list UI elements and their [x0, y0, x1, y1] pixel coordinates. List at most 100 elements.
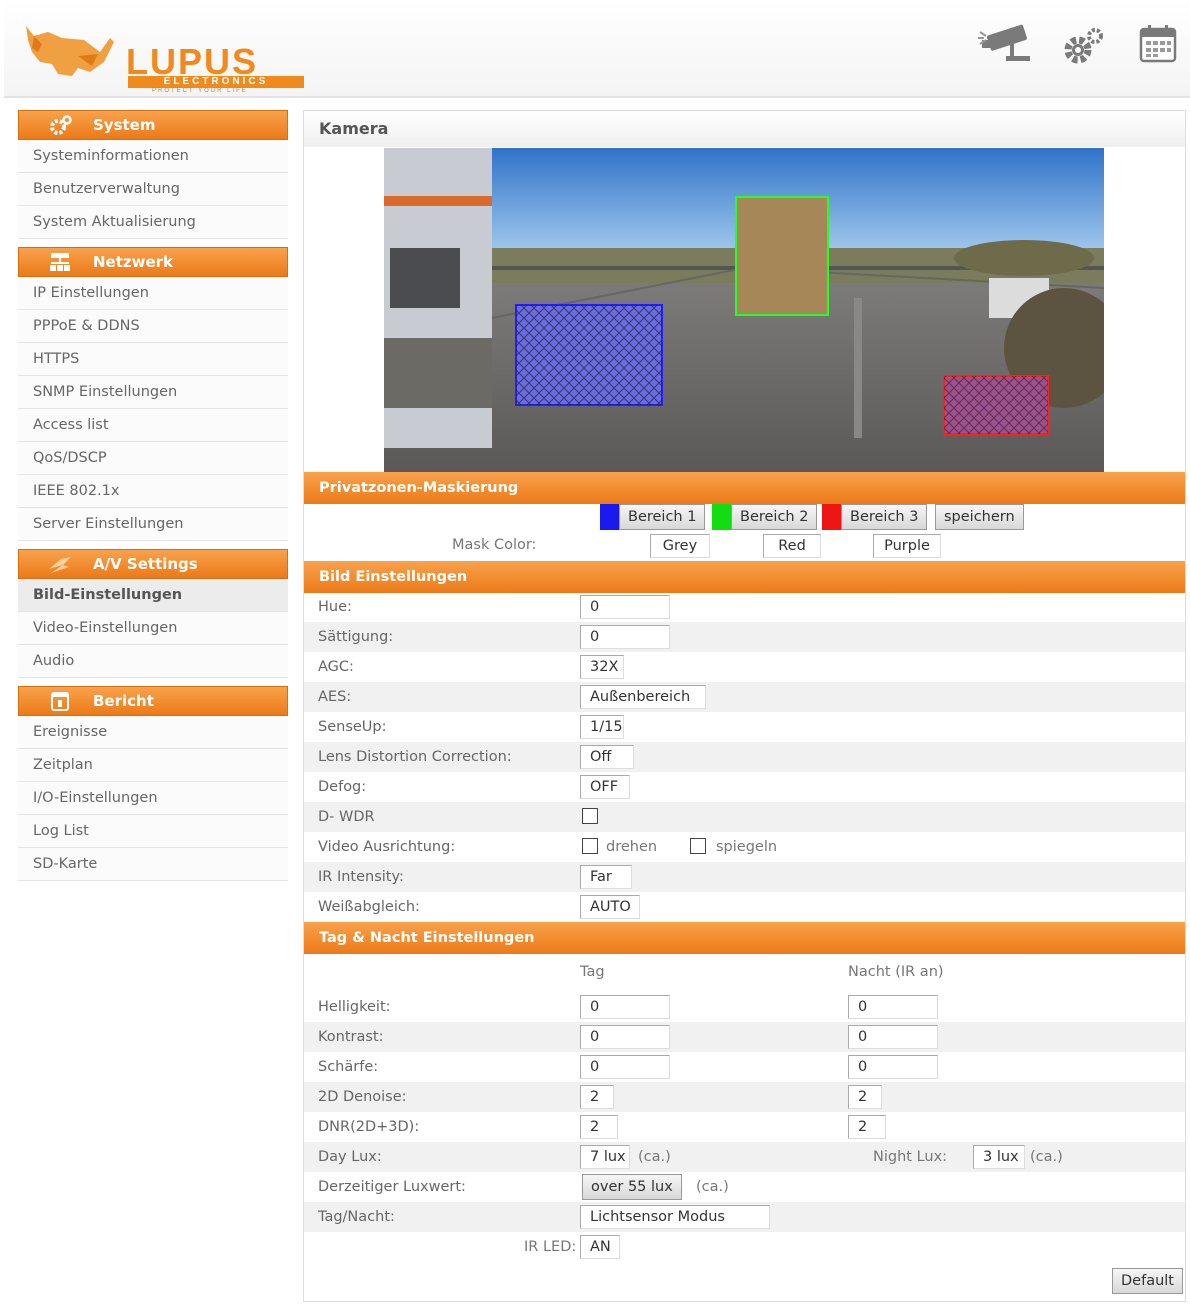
row-current-lux: Derzeitiger Luxwert: over 55 lux (ca.) [304, 1172, 1185, 1202]
ldc-select[interactable]: Off [580, 745, 634, 769]
white-balance-select[interactable]: AUTO [580, 895, 640, 919]
sidebar-section-label: Netzwerk [93, 253, 174, 271]
sidebar-item-io-einstellungen[interactable]: I/O-Einstellungen [18, 782, 288, 815]
area-2-swatch [712, 504, 731, 530]
sidebar-item-https[interactable]: HTTPS [18, 343, 288, 376]
bereich-1-button[interactable]: Bereich 1 [619, 504, 706, 530]
row-column-headers: Tag Nacht (IR an) [304, 957, 1185, 987]
area-1-swatch [600, 504, 619, 530]
day-lux-select[interactable]: 7 lux [580, 1145, 630, 1169]
gear-icon[interactable] [1058, 24, 1108, 70]
brand-sub: ELECTRONICS [128, 76, 304, 88]
row-sharpness: Schärfe: 0 0 [304, 1052, 1185, 1082]
row-ir-intensity: IR Intensity: Far [304, 862, 1185, 892]
sidebar-item-qos-dscp[interactable]: QoS/DSCP [18, 442, 288, 475]
main-panel: Kamera Privatzonen-Maskierung Bereich 1 … [303, 110, 1186, 1302]
sidebar-section-label: A/V Settings [93, 555, 198, 573]
sidebar-item-server-einstellungen[interactable]: Server Einstellungen [18, 508, 288, 541]
brightness-day-input[interactable]: 0 [580, 995, 670, 1019]
mask-color-1[interactable]: Grey [650, 534, 710, 558]
row-ldc: Lens Distortion Correction: Off [304, 742, 1185, 772]
dwdr-checkbox[interactable] [582, 808, 598, 824]
hue-input[interactable]: 0 [580, 595, 670, 619]
brightness-label: Helligkeit: [318, 999, 391, 1015]
sidebar-item-pppoe-ddns[interactable]: PPPoE & DDNS [18, 310, 288, 343]
night-lux-ca: (ca.) [1030, 1149, 1063, 1165]
brand-name: LUPUS [126, 41, 259, 82]
ir-led-label: IR LED: [524, 1239, 577, 1255]
sharpness-day-input[interactable]: 0 [580, 1055, 670, 1079]
bereich-2-button[interactable]: Bereich 2 [731, 504, 818, 530]
mask-color-2[interactable]: Red [763, 534, 821, 558]
denoise-label: 2D Denoise: [318, 1089, 407, 1105]
defog-select[interactable]: OFF [580, 775, 630, 799]
area-3-swatch [822, 504, 841, 530]
mirror-label: spiegeln [716, 839, 778, 855]
row-2d-denoise: 2D Denoise: 2 2 [304, 1082, 1185, 1112]
dnr-day-select[interactable]: 2 [580, 1115, 618, 1139]
sharpness-label: Schärfe: [318, 1059, 379, 1075]
senseup-select[interactable]: 1/15 [580, 715, 624, 739]
sidebar-item-log-list[interactable]: Log List [18, 815, 288, 848]
row-defog: Defog: OFF [304, 772, 1185, 802]
sidebar-item-ieee-8021x[interactable]: IEEE 802.1x [18, 475, 288, 508]
sidebar-item-snmp[interactable]: SNMP Einstellungen [18, 376, 288, 409]
sidebar-item-access-list[interactable]: Access list [18, 409, 288, 442]
denoise-night-select[interactable]: 2 [848, 1085, 882, 1109]
camera-preview[interactable] [384, 148, 1104, 472]
row-agc: AGC: 32X [304, 652, 1185, 682]
sidebar-item-bild-einstellungen[interactable]: Bild-Einstellungen [18, 579, 288, 612]
brightness-night-input[interactable]: 0 [848, 995, 938, 1019]
saturation-input[interactable]: 0 [580, 625, 670, 649]
contrast-day-input[interactable]: 0 [580, 1025, 670, 1049]
sidebar-item-audio[interactable]: Audio [18, 645, 288, 678]
aes-select[interactable]: Außenbereich [580, 685, 706, 709]
sidebar-item-zeitplan[interactable]: Zeitplan [18, 749, 288, 782]
sidebar-section-netzwerk[interactable]: Netzwerk [18, 247, 288, 277]
rotate-label: drehen [606, 839, 658, 855]
sidebar-item-system-aktualisierung[interactable]: System Aktualisierung [18, 206, 288, 239]
day-lux-ca: (ca.) [638, 1149, 671, 1165]
sidebar-section-bericht[interactable]: Bericht [18, 686, 288, 716]
sidebar-item-ip-einstellungen[interactable]: IP Einstellungen [18, 277, 288, 310]
save-mask-button[interactable]: speichern [935, 504, 1024, 530]
default-button[interactable]: Default [1112, 1268, 1183, 1294]
ir-led-select[interactable]: AN [580, 1235, 620, 1259]
sidebar-item-systeminformationen[interactable]: Systeminformationen [18, 140, 288, 173]
sidebar-section-system[interactable]: System [18, 110, 288, 140]
row-senseup: SenseUp: 1/15 [304, 712, 1185, 742]
mirror-checkbox[interactable] [690, 838, 706, 854]
senseup-label: SenseUp: [318, 719, 387, 735]
mask-color-3[interactable]: Purple [873, 534, 941, 558]
day-night-label: Tag/Nacht: [318, 1209, 395, 1225]
sidebar-item-sd-karte[interactable]: SD-Karte [18, 848, 288, 881]
white-balance-label: Weißabgleich: [318, 899, 420, 915]
sidebar-item-ereignisse[interactable]: Ereignisse [18, 716, 288, 749]
sidebar-item-benutzerverwaltung[interactable]: Benutzerverwaltung [18, 173, 288, 206]
contrast-night-input[interactable]: 0 [848, 1025, 938, 1049]
night-lux-select[interactable]: 3 lux [973, 1145, 1025, 1169]
row-ir-led: IR LED: AN [304, 1232, 1185, 1262]
section-tag-nacht: Tag & Nacht Einstellungen [304, 922, 1185, 954]
camera-scene-image [384, 148, 1104, 472]
report-icon [51, 692, 69, 711]
hue-label: Hue: [318, 599, 352, 615]
camera-icon[interactable] [976, 24, 1040, 70]
current-lux-button[interactable]: over 55 lux [582, 1174, 682, 1200]
agc-select[interactable]: 32X [580, 655, 624, 679]
sharpness-night-input[interactable]: 0 [848, 1055, 938, 1079]
sidebar-section-av-settings[interactable]: A/V Settings [18, 549, 288, 579]
lupus-logo[interactable]: LUPUS ELECTRONICS PROTECT YOUR LIFE [18, 18, 304, 94]
row-dwdr: D- WDR [304, 802, 1185, 832]
dnr-night-select[interactable]: 2 [848, 1115, 886, 1139]
rotate-checkbox[interactable] [582, 838, 598, 854]
bereich-3-button[interactable]: Bereich 3 [841, 504, 928, 530]
calendar-icon[interactable] [1138, 24, 1178, 68]
denoise-day-select[interactable]: 2 [580, 1085, 614, 1109]
ir-intensity-select[interactable]: Far [580, 865, 632, 889]
day-night-select[interactable]: Lichtsensor Modus [580, 1205, 770, 1229]
row-hue: Hue: 0 [304, 592, 1185, 622]
sidebar-item-video-einstellungen[interactable]: Video-Einstellungen [18, 612, 288, 645]
saturation-label: Sättigung: [318, 629, 394, 645]
orientation-label: Video Ausrichtung: [318, 839, 456, 855]
